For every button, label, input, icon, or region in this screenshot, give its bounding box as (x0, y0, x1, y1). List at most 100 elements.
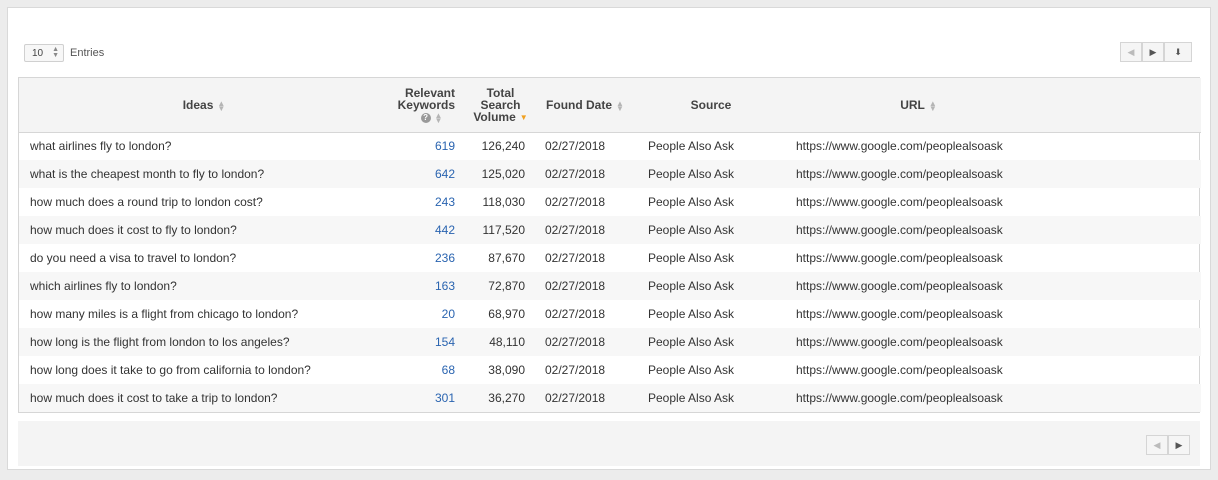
source-cell: People Also Ask (648, 251, 735, 265)
prev-page-button-bottom[interactable]: ◀ (1146, 435, 1168, 455)
keywords-link[interactable]: 20 (389, 300, 463, 328)
column-header-ideas-label: Ideas (182, 97, 214, 112)
ideas-panel: 10 ▲ ▼ Entries ◀ ▶ ⬇ Ideas ▲ ▼ Relevant … (7, 7, 1211, 470)
keywords-link[interactable]: 236 (389, 244, 463, 272)
keywords-link[interactable]: 68 (389, 356, 463, 384)
chevron-left-icon: ◀ (1127, 46, 1135, 57)
column-header-url[interactable]: URL ▲ ▼ (785, 78, 1201, 133)
volume-cell: 48,110 (463, 328, 533, 356)
idea-cell: which airlines fly to london? (19, 272, 389, 300)
source-cell: People Also Ask (637, 328, 785, 356)
table-row: how long does it take to go from califor… (19, 356, 1201, 384)
sort-icon: ▲ ▼ (928, 98, 937, 113)
help-icon[interactable]: ? (420, 112, 431, 123)
url-cell: https://www.google.com/peoplealsoask (785, 328, 1201, 356)
download-icon: ⬇ (1174, 46, 1182, 57)
volume-cell: 126,240 (481, 139, 525, 154)
keywords-link[interactable]: 243 (389, 188, 463, 216)
column-header-ideas[interactable]: Ideas ▲ ▼ (19, 78, 389, 133)
url-cell: https://www.google.com/peoplealsoask (796, 139, 1003, 154)
volume-cell: 118,030 (482, 195, 526, 209)
column-header-source: Source (637, 78, 785, 133)
volume-cell: 125,020 (463, 160, 533, 188)
table-row: do you need a visa to travel to london? 2… (19, 244, 1201, 272)
keywords-link[interactable]: 163 (389, 272, 463, 300)
source-cell: People Also Ask (637, 384, 785, 412)
chevron-right-icon: ▶ (1149, 46, 1157, 57)
keywords-link[interactable]: 619 (389, 132, 463, 160)
column-header-source-label: Source (690, 97, 732, 112)
idea-cell: how much does it cost to fly to london? (19, 216, 389, 244)
table-row: how many miles is a flight from chicago … (19, 300, 1201, 328)
date-cell: 02/27/2018 (533, 328, 637, 356)
sort-icon: ▲ ▼ (217, 98, 226, 113)
idea-cell: how long does it take to go from califor… (30, 363, 311, 377)
column-header-date[interactable]: Found Date ▲ ▼ (533, 78, 637, 133)
column-header-keywords-line1: Relevant (404, 85, 455, 100)
url-cell: https://www.google.com/peoplealsoask (796, 307, 1003, 321)
column-header-volume-line1: Total (486, 85, 515, 100)
table-row: what is the cheapest month to fly to lon… (19, 160, 1201, 188)
column-header-keywords-line2: Keywords (397, 97, 455, 112)
url-cell: https://www.google.com/peoplealsoask (785, 216, 1201, 244)
sort-icon: ▲ ▼ (616, 98, 624, 113)
table-row: how long is the flight from london to lo… (19, 328, 1201, 356)
table-row: how much does a round trip to london cos… (19, 188, 1201, 216)
idea-cell: how many miles is a flight from chicago … (30, 307, 299, 321)
date-cell: 02/27/2018 (533, 160, 637, 188)
download-button[interactable]: ⬇ (1164, 42, 1192, 62)
idea-cell: what is the cheapest month to fly to lon… (19, 160, 389, 188)
prev-page-button[interactable]: ◀ (1120, 42, 1142, 62)
sort-icon: ▲ ▼ (434, 110, 443, 125)
volume-cell: 117,520 (463, 216, 533, 244)
column-header-date-label: Found Date (546, 97, 613, 112)
column-header-volume-line3: Volume (473, 109, 516, 124)
idea-cell: do you need a visa to travel to london? (30, 251, 237, 265)
date-cell: 02/27/2018 (545, 363, 606, 377)
sort-desc-icon: ▼ (519, 113, 528, 123)
url-cell: https://www.google.com/peoplealsoask (796, 363, 1003, 377)
table-row: what airlines fly to london? 619 126,240 02… (19, 132, 1201, 160)
column-header-keywords[interactable]: Relevant Keywords ? ▲ ▼ (389, 78, 463, 133)
ideas-table: Ideas ▲ ▼ Relevant Keywords ? ▲ ▼ Total Sear… (18, 77, 1201, 413)
idea-cell: how long is the flight from london to lo… (19, 328, 389, 356)
volume-cell: 36,270 (463, 384, 533, 412)
url-cell: https://www.google.com/peoplealsoask (785, 384, 1201, 412)
keywords-link[interactable]: 442 (389, 216, 463, 244)
table-footer: ◀ ▶ (18, 421, 1200, 466)
date-cell: 02/27/2018 (545, 195, 606, 209)
date-cell: 02/27/2018 (545, 251, 606, 265)
url-cell: https://www.google.com/peoplealsoask (785, 160, 1201, 188)
table-header-row: Ideas ▲ ▼ Relevant Keywords ? ▲ ▼ Total Sear… (19, 78, 1201, 133)
table-row: how much does it cost to fly to london? 4… (19, 216, 1201, 244)
date-cell: 02/27/2018 (533, 272, 637, 300)
volume-cell: 87,670 (488, 251, 525, 265)
source-cell: People Also Ask (637, 272, 785, 300)
entries-select-value: 10 (32, 47, 44, 59)
url-cell: https://www.google.com/peoplealsoask (785, 272, 1201, 300)
date-cell: 02/27/2018 (545, 307, 606, 321)
keywords-link[interactable]: 154 (389, 328, 463, 356)
url-cell: https://www.google.com/peoplealsoask (796, 195, 1003, 209)
entries-select[interactable]: 10 ▲ ▼ (24, 44, 64, 62)
source-cell: People Also Ask (637, 160, 785, 188)
volume-cell: 68,970 (488, 307, 525, 321)
top-pager: ◀ ▶ ⬇ (1120, 42, 1192, 62)
url-cell: https://www.google.com/peoplealsoask (796, 251, 1003, 265)
date-cell: 02/27/2018 (533, 384, 637, 412)
column-header-url-label: URL (900, 97, 925, 112)
keywords-link[interactable]: 642 (389, 160, 463, 188)
volume-cell: 72,870 (463, 272, 533, 300)
next-page-button-bottom[interactable]: ▶ (1168, 435, 1190, 455)
table-row: how much does it cost to take a trip to … (19, 384, 1201, 412)
source-cell: People Also Ask (648, 363, 735, 377)
source-cell: People Also Ask (648, 307, 735, 321)
column-header-volume[interactable]: Total Search Volume ▼ (463, 78, 533, 133)
bottom-pager: ◀ ▶ (1146, 435, 1190, 455)
entries-label: Entries (70, 47, 105, 59)
keywords-link[interactable]: 301 (389, 384, 463, 412)
date-cell: 02/27/2018 (545, 139, 606, 154)
stepper-icon: ▲ ▼ (52, 46, 59, 59)
next-page-button[interactable]: ▶ (1142, 42, 1164, 62)
idea-cell: what airlines fly to london? (30, 139, 172, 154)
